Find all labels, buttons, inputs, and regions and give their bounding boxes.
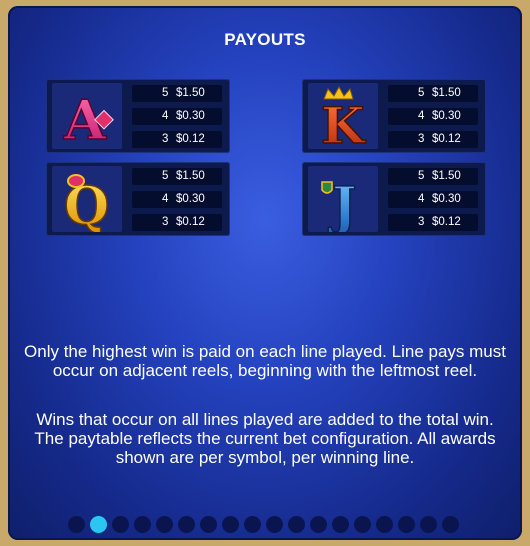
page-title: PAYOUTS: [224, 30, 306, 49]
svg-text:K: K: [321, 96, 366, 149]
page-dot[interactable]: [354, 516, 371, 533]
page-dot[interactable]: [266, 516, 283, 533]
page-dot-active[interactable]: [90, 516, 107, 533]
pay-row: 4 $0.30: [388, 191, 478, 208]
pay-row: 5 $1.50: [132, 168, 222, 185]
rule-text-2: Wins that occur on all lines played are …: [34, 410, 496, 467]
symbol-k-icon: K: [308, 83, 378, 156]
page-dot[interactable]: [178, 516, 195, 533]
page-dot[interactable]: [332, 516, 349, 533]
symbol-a-icon: A: [52, 83, 122, 153]
payout-card-q: Q 5 $1.50 4 $0.30 3 $0.12: [46, 162, 230, 238]
pay-row: 4 $0.30: [132, 191, 222, 208]
pay-row: 3 $0.12: [388, 131, 478, 148]
pay-row: 3 $0.12: [132, 214, 222, 231]
page-dot[interactable]: [222, 516, 239, 533]
pay-row: 5 $1.50: [388, 168, 478, 185]
page-dot[interactable]: [134, 516, 151, 533]
pay-row: 5 $1.50: [132, 85, 222, 102]
paytable-panel: PAYOUTS A 5 $1.50 4 $0.30 3 $0.12 K 5 $1…: [8, 6, 522, 540]
page-dot[interactable]: [288, 516, 305, 533]
page-dot[interactable]: [398, 516, 415, 533]
page-dot[interactable]: [442, 516, 459, 533]
page-dot[interactable]: [156, 516, 173, 533]
page-indicator: [68, 516, 459, 534]
pay-row: 3 $0.12: [388, 214, 478, 231]
payout-card-j: J 5 $1.50 4 $0.30 3 $0.12: [302, 162, 486, 238]
page-dot[interactable]: [310, 516, 327, 533]
page-dot[interactable]: [244, 516, 261, 533]
pay-row: 4 $0.30: [388, 108, 478, 125]
page-dot[interactable]: [200, 516, 217, 533]
pay-row: 4 $0.30: [132, 108, 222, 125]
pay-row: 5 $1.50: [388, 85, 478, 102]
symbol-q-icon: Q: [52, 166, 122, 238]
symbol-j-icon: J: [308, 166, 378, 238]
page-dot[interactable]: [112, 516, 129, 533]
rule-text-1: Only the highest win is paid on each lin…: [24, 342, 506, 380]
payout-card-a: A 5 $1.50 4 $0.30 3 $0.12: [46, 79, 230, 153]
payout-card-k: K 5 $1.50 4 $0.30 3 $0.12: [302, 79, 486, 156]
page-dot[interactable]: [68, 516, 85, 533]
page-dot[interactable]: [420, 516, 437, 533]
pay-row: 3 $0.12: [132, 131, 222, 148]
page-dot[interactable]: [376, 516, 393, 533]
